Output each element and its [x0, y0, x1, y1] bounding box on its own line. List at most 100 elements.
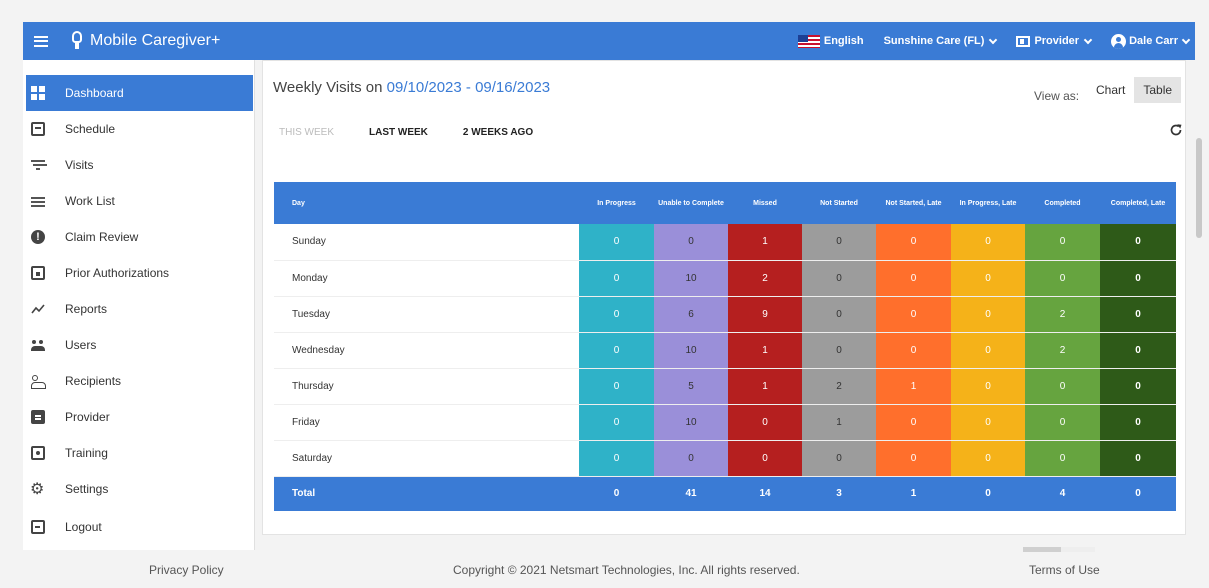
date-range[interactable]: 09/10/2023 - 09/16/2023 — [387, 79, 550, 96]
column-header[interactable]: Completed — [1025, 182, 1100, 224]
completed-cell[interactable]: 2 — [1025, 332, 1100, 369]
missed-cell[interactable]: 2 — [728, 260, 802, 297]
privacy-policy-link[interactable]: Privacy Policy — [149, 563, 224, 577]
in-progress-cell[interactable]: 0 — [579, 404, 654, 441]
in-progress-late-cell[interactable]: 0 — [951, 368, 1025, 405]
missed-cell[interactable]: 9 — [728, 296, 802, 333]
not-started-cell[interactable]: 0 — [802, 440, 876, 477]
unable-to-complete-cell[interactable]: 6 — [654, 296, 728, 333]
column-header[interactable]: Day — [274, 182, 579, 224]
in-progress-cell[interactable]: 0 — [579, 440, 654, 477]
in-progress-late-cell[interactable]: 0 — [951, 296, 1025, 333]
completed-cell[interactable]: 0 — [1025, 260, 1100, 297]
refresh-icon[interactable] — [1169, 123, 1183, 137]
sidebar-item-prior-authorizations[interactable]: Prior Authorizations — [26, 255, 253, 291]
completed-late-cell[interactable]: 0 — [1100, 260, 1176, 297]
not-started-cell[interactable]: 0 — [802, 296, 876, 333]
column-header[interactable]: In Progress, Late — [951, 182, 1025, 224]
not-started-cell[interactable]: 1 — [802, 404, 876, 441]
in-progress-late-cell[interactable]: 0 — [951, 440, 1025, 477]
agency-dropdown[interactable]: Sunshine Care (FL) — [884, 35, 998, 47]
not-started-cell[interactable]: 0 — [802, 224, 876, 261]
table-view-button[interactable]: Table — [1134, 77, 1182, 103]
in-progress-cell[interactable]: 0 — [579, 332, 654, 369]
in-progress-late-cell[interactable]: 0 — [951, 224, 1025, 261]
sidebar-item-logout[interactable]: Logout — [26, 509, 253, 545]
completed-cell[interactable]: 0 — [1025, 404, 1100, 441]
tab-2-weeks-ago[interactable]: 2 WEEKS AGO — [463, 127, 533, 138]
sidebar-item-settings[interactable]: Settings — [26, 471, 253, 507]
missed-cell[interactable]: 1 — [728, 224, 802, 261]
in-progress-cell[interactable]: 0 — [579, 224, 654, 261]
not-started-late-cell[interactable]: 0 — [876, 404, 951, 441]
terms-of-use-link[interactable]: Terms of Use — [1029, 563, 1100, 577]
not-started-late-cell[interactable]: 1 — [876, 368, 951, 405]
not-started-late-cell[interactable]: 0 — [876, 332, 951, 369]
not-started-cell[interactable]: 2 — [802, 368, 876, 405]
scrollbar-thumb[interactable] — [1196, 138, 1202, 238]
column-header[interactable]: Missed — [728, 182, 802, 224]
completed-cell[interactable]: 0 — [1025, 368, 1100, 405]
unable-to-complete-cell[interactable]: 10 — [654, 332, 728, 369]
in-progress-cell[interactable]: 0 — [579, 296, 654, 333]
tab-last-week[interactable]: LAST WEEK — [369, 127, 428, 138]
sidebar-item-recipients[interactable]: Recipients — [26, 363, 253, 399]
sidebar-item-training[interactable]: Training — [26, 435, 253, 471]
not-started-late-cell[interactable]: 0 — [876, 224, 951, 261]
completed-late-cell[interactable]: 0 — [1100, 224, 1176, 261]
sidebar-item-schedule[interactable]: Schedule — [26, 111, 253, 147]
completed-late-cell[interactable]: 0 — [1100, 296, 1176, 333]
completed-late-cell[interactable]: 0 — [1100, 332, 1176, 369]
not-started-late-cell[interactable]: 0 — [876, 296, 951, 333]
sidebar-item-users[interactable]: Users — [26, 327, 253, 363]
sidebar-item-visits[interactable]: Visits — [26, 147, 253, 183]
user-menu[interactable]: Dale Carr — [1111, 33, 1191, 49]
completed-cell[interactable]: 0 — [1025, 224, 1100, 261]
chart-view-button[interactable]: Chart — [1087, 77, 1134, 103]
completed-late-cell[interactable]: 0 — [1100, 404, 1176, 441]
sidebar-item-provider[interactable]: Provider — [26, 399, 253, 435]
menu-icon[interactable] — [34, 35, 48, 47]
unable-to-complete-cell[interactable]: 10 — [654, 404, 728, 441]
table-row: Tuesday 0 6 9 0 0 0 2 0 — [274, 296, 1176, 333]
in-progress-late-cell[interactable]: 0 — [951, 332, 1025, 369]
column-header[interactable]: Not Started — [802, 182, 876, 224]
unable-to-complete-cell[interactable]: 10 — [654, 260, 728, 297]
in-progress-cell[interactable]: 0 — [579, 260, 654, 297]
column-header[interactable]: In Progress — [579, 182, 654, 224]
total-label: Total — [274, 476, 579, 511]
vertical-scrollbar[interactable] — [1196, 60, 1202, 550]
column-header[interactable]: Not Started, Late — [876, 182, 951, 224]
completed-cell[interactable]: 0 — [1025, 440, 1100, 477]
missed-cell[interactable]: 1 — [728, 368, 802, 405]
missed-cell[interactable]: 0 — [728, 440, 802, 477]
unable-to-complete-cell[interactable]: 5 — [654, 368, 728, 405]
not-started-cell[interactable]: 0 — [802, 332, 876, 369]
horizontal-scrollbar[interactable] — [1023, 547, 1095, 552]
not-started-late-cell[interactable]: 0 — [876, 440, 951, 477]
in-progress-late-cell[interactable]: 0 — [951, 260, 1025, 297]
not-started-cell[interactable]: 0 — [802, 260, 876, 297]
scrollbar-thumb[interactable] — [1023, 547, 1061, 552]
unable-to-complete-cell[interactable]: 0 — [654, 224, 728, 261]
language-selector[interactable]: English — [797, 34, 864, 48]
sidebar-item-dashboard[interactable]: Dashboard — [26, 75, 253, 111]
completed-cell[interactable]: 2 — [1025, 296, 1100, 333]
sidebar-item-claim-review[interactable]: Claim Review — [26, 219, 253, 255]
completed-late-cell[interactable]: 0 — [1100, 440, 1176, 477]
column-header[interactable]: Completed, Late — [1100, 182, 1176, 224]
user-name: Dale Carr — [1129, 35, 1178, 47]
not-started-late-cell[interactable]: 0 — [876, 260, 951, 297]
tab-this-week[interactable]: THIS WEEK — [279, 127, 334, 138]
in-progress-late-cell[interactable]: 0 — [951, 404, 1025, 441]
sidebar-item-label: Logout — [65, 520, 102, 534]
missed-cell[interactable]: 0 — [728, 404, 802, 441]
role-dropdown[interactable]: Provider — [1016, 35, 1093, 47]
sidebar-item-reports[interactable]: Reports — [26, 291, 253, 327]
missed-cell[interactable]: 1 — [728, 332, 802, 369]
in-progress-cell[interactable]: 0 — [579, 368, 654, 405]
unable-to-complete-cell[interactable]: 0 — [654, 440, 728, 477]
sidebar-item-work-list[interactable]: Work List — [26, 183, 253, 219]
completed-late-cell[interactable]: 0 — [1100, 368, 1176, 405]
column-header[interactable]: Unable to Complete — [654, 182, 728, 224]
